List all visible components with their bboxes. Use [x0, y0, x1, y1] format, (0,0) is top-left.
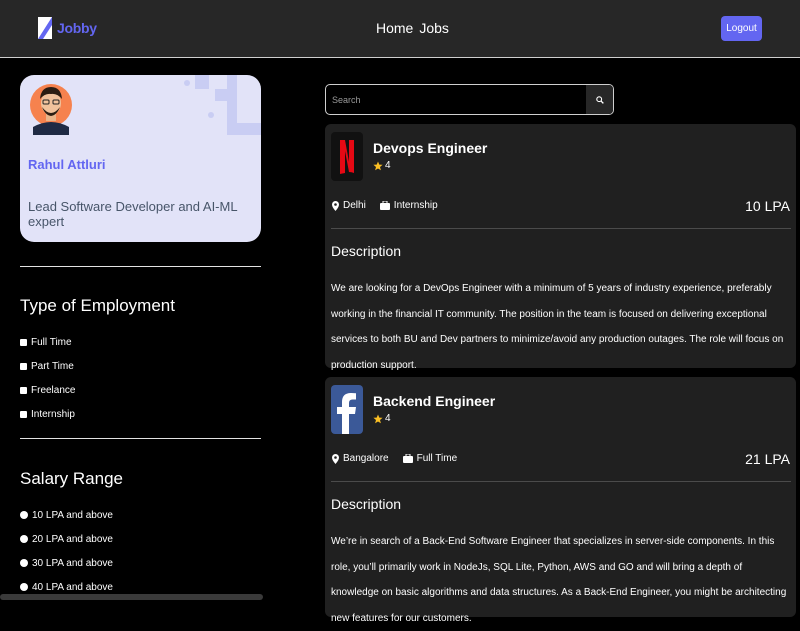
nav-link-home[interactable]: Home [376, 20, 413, 38]
radio-button[interactable] [20, 511, 28, 519]
divider [331, 228, 791, 229]
description-heading: Description [331, 496, 402, 512]
job-title: Backend Engineer [373, 393, 496, 409]
profile-name: Rahul Attluri [28, 157, 106, 172]
job-location: Bangalore [343, 453, 389, 464]
profile-avatar [30, 84, 72, 135]
salary-option-40[interactable]: 40 LPA and above [20, 580, 113, 594]
option-label: 30 LPA and above [32, 557, 113, 569]
star-icon [373, 161, 383, 170]
job-employment-type: Internship [393, 200, 438, 211]
divider [331, 481, 791, 482]
radio-button[interactable] [20, 535, 28, 543]
decorative-pattern [184, 75, 261, 135]
search-bar [325, 84, 614, 115]
employment-option-part-time[interactable]: Part Time [20, 359, 74, 373]
navbar: Jobby Home Jobs Logout [0, 0, 800, 58]
salary-option-30[interactable]: 30 LPA and above [20, 556, 113, 570]
option-label: 20 LPA and above [32, 533, 113, 545]
location-icon [332, 200, 339, 211]
option-label: 40 LPA and above [32, 581, 113, 593]
option-label: Internship [31, 408, 75, 420]
employment-option-full-time[interactable]: Full Time [20, 335, 72, 349]
job-employment-type: Full Time [416, 453, 458, 464]
star-icon [373, 414, 383, 423]
employment-option-internship[interactable]: Internship [20, 407, 75, 421]
netflix-logo-icon [331, 132, 363, 181]
logout-button[interactable]: Logout [721, 16, 762, 41]
salary-range-heading: Salary Range [20, 469, 124, 488]
job-location: Delhi [343, 200, 366, 211]
briefcase-icon [402, 454, 413, 463]
location-icon [332, 453, 339, 464]
logo-text: Jobby [57, 20, 97, 36]
checkbox[interactable] [20, 386, 27, 394]
profile-card: Rahul Attluri Lead Software Developer an… [20, 75, 261, 242]
divider [20, 266, 261, 267]
employment-type-heading: Type of Employment [20, 296, 175, 315]
search-button[interactable] [586, 85, 613, 114]
divider [20, 438, 261, 439]
checkbox[interactable] [20, 338, 27, 346]
checkbox[interactable] [20, 362, 27, 370]
horizontal-scrollbar[interactable] [0, 594, 263, 600]
profile-bio: Lead Software Developer and AI-ML expert [28, 199, 238, 229]
description-heading: Description [331, 243, 402, 259]
rating-value: 4 [385, 413, 391, 424]
job-package: 21 LPA [745, 451, 790, 467]
job-package: 10 LPA [745, 198, 790, 214]
option-label: Part Time [31, 360, 74, 372]
nav-links: Home Jobs [376, 20, 449, 38]
job-rating: 4 [373, 413, 391, 424]
checkbox[interactable] [20, 410, 27, 418]
jobby-logo-icon [38, 17, 52, 39]
option-label: 10 LPA and above [32, 509, 113, 521]
briefcase-icon [379, 201, 390, 210]
rating-value: 4 [385, 160, 391, 171]
radio-button[interactable] [20, 583, 28, 591]
job-description: We are looking for a DevOps Engineer wit… [331, 283, 784, 371]
job-rating: 4 [373, 160, 391, 171]
job-card[interactable]: Devops Engineer 4 Delhi Internship 10 LP… [325, 124, 796, 371]
employment-option-freelance[interactable]: Freelance [20, 383, 75, 397]
job-meta: Delhi Internship [332, 200, 438, 211]
search-icon [595, 95, 604, 104]
option-label: Full Time [31, 336, 72, 348]
radio-button[interactable] [20, 559, 28, 567]
facebook-logo-icon [331, 385, 363, 434]
salary-option-20[interactable]: 20 LPA and above [20, 532, 113, 546]
salary-option-10[interactable]: 10 LPA and above [20, 508, 113, 522]
search-input[interactable] [326, 85, 586, 114]
option-label: Freelance [31, 384, 76, 396]
job-title: Devops Engineer [373, 140, 488, 156]
nav-link-jobs[interactable]: Jobs [419, 20, 449, 38]
job-description: We’re in search of a Back-End Software E… [331, 536, 787, 624]
job-meta: Bangalore Full Time [332, 453, 457, 464]
website-logo[interactable]: Jobby [38, 15, 97, 41]
job-card[interactable]: Backend Engineer 4 Bangalore Full Time 2… [325, 377, 796, 624]
